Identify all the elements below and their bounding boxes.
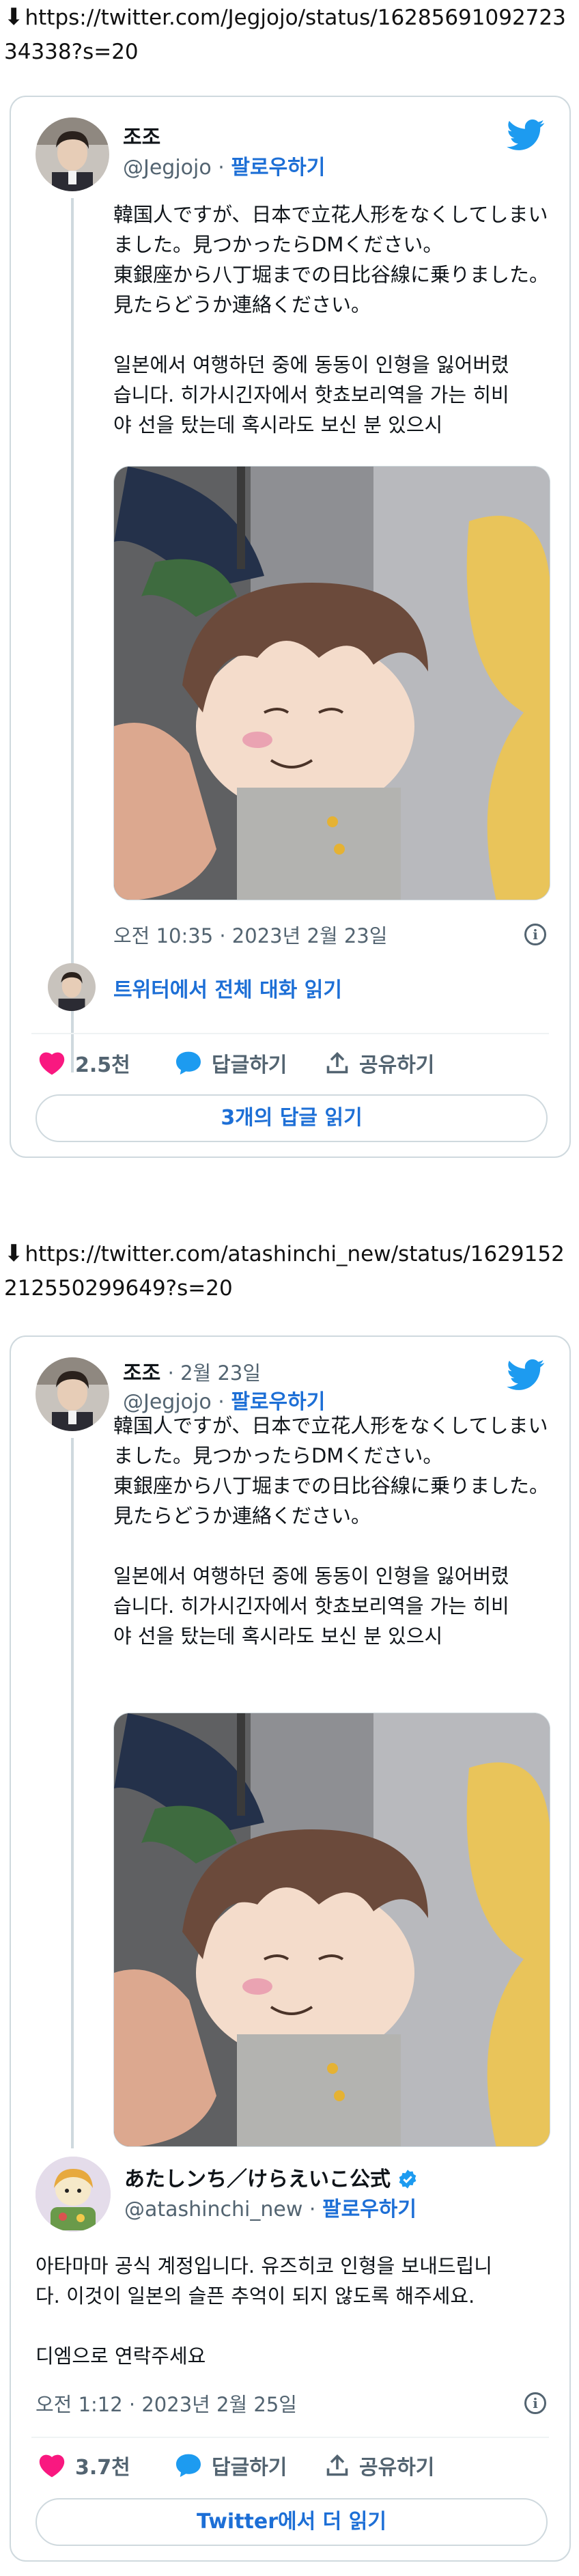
reply-author-row: あたしンち／けらえいこ公式 bbox=[124, 2162, 418, 2192]
thread-line bbox=[71, 198, 74, 1072]
author-name[interactable]: あたしンち／けらえいこ公式 bbox=[124, 2168, 391, 2191]
author-name[interactable]: 조조 bbox=[123, 1361, 160, 1385]
small-avatar[interactable] bbox=[48, 963, 96, 1011]
share-icon bbox=[326, 1051, 348, 1074]
share-button[interactable]: 공유하기 bbox=[325, 2450, 434, 2480]
reply-button[interactable]: 답글하기 bbox=[175, 2450, 287, 2480]
author-name[interactable]: 조조 bbox=[123, 120, 160, 150]
tweet1-url[interactable]: ⬇https://twitter.com/Jegjojo/status/1628… bbox=[4, 0, 571, 69]
down-arrow-icon: ⬇ bbox=[4, 1240, 24, 1267]
read-conversation-link[interactable]: 트위터에서 전체 대화 읽기 bbox=[113, 973, 342, 1003]
parent-author-row: 조조 · 2월 23일 bbox=[123, 1361, 262, 1385]
tweet-photo[interactable] bbox=[113, 1713, 550, 2147]
tweet2-card: 조조 · 2월 23일 @Jegjojo · 팔로우하기 韓国人ですが、日本で立… bbox=[10, 1335, 571, 2562]
divider bbox=[31, 2437, 549, 2438]
follow-button[interactable]: 팔로우하기 bbox=[231, 156, 325, 180]
reply-avatar[interactable] bbox=[36, 2157, 111, 2232]
reply-bubble-icon bbox=[176, 2454, 201, 2478]
heart-icon bbox=[39, 1052, 65, 1075]
info-icon[interactable]: i bbox=[524, 924, 546, 945]
read-more-button[interactable]: Twitter에서 더 읽기 bbox=[36, 2498, 548, 2546]
avatar[interactable] bbox=[36, 1357, 109, 1431]
tweet1-card: 조조 @Jegjojo · 팔로우하기 韓国人ですが、日本で立花人形をなくしてし… bbox=[10, 96, 571, 1158]
author-handle[interactable]: @atashinchi_new bbox=[124, 2198, 302, 2221]
like-button[interactable]: 2.5천 bbox=[38, 1048, 130, 1078]
twitter-bird-icon[interactable] bbox=[507, 1359, 545, 1391]
down-arrow-icon: ⬇ bbox=[4, 3, 24, 31]
share-button[interactable]: 공유하기 bbox=[325, 1048, 434, 1078]
separator: · bbox=[218, 156, 225, 180]
reply-handle-row: @atashinchi_new · 팔로우하기 bbox=[124, 2198, 416, 2221]
info-icon[interactable]: i bbox=[524, 2392, 546, 2414]
thread-line bbox=[71, 1438, 74, 2148]
like-button[interactable]: 3.7천 bbox=[38, 2450, 130, 2480]
author-handle[interactable]: @Jegjojo bbox=[123, 156, 212, 180]
read-replies-button[interactable]: 3개의 답글 읽기 bbox=[36, 1094, 548, 1142]
tweet-timestamp[interactable]: 오전 1:12 · 2023년 2월 25일 bbox=[36, 2389, 297, 2418]
twitter-bird-icon[interactable] bbox=[507, 119, 545, 152]
reply-bubble-icon bbox=[176, 1051, 201, 1075]
heart-icon bbox=[39, 2454, 65, 2478]
author-handle-row: @Jegjojo · 팔로우하기 bbox=[123, 150, 325, 180]
divider bbox=[31, 1033, 549, 1034]
tweet-photo[interactable] bbox=[113, 466, 550, 900]
tweet2-url[interactable]: ⬇https://twitter.com/atashinchi_new/stat… bbox=[4, 1236, 571, 1305]
tweet-timestamp[interactable]: 오전 10:35 · 2023년 2월 23일 bbox=[113, 920, 387, 949]
reply-tweet-text: 아타마마 공식 계정입니다. 유즈히코 인형을 보내드립니 다. 이것이 일본의… bbox=[36, 2254, 492, 2368]
follow-button[interactable]: 팔로우하기 bbox=[322, 2198, 416, 2221]
parent-tweet-text: 韓国人ですが、日本で立花人形をなくしてしまい ました。見つかったらDMください。… bbox=[113, 1414, 550, 1648]
verified-badge-icon bbox=[399, 2170, 416, 2189]
share-icon bbox=[326, 2454, 348, 2476]
tweet-text: 韓国人ですが、日本で立花人形をなくしてしまい ました。見つかったらDMください。… bbox=[113, 203, 550, 437]
reply-button[interactable]: 답글하기 bbox=[175, 1048, 287, 1078]
avatar[interactable] bbox=[36, 117, 109, 191]
parent-date[interactable]: 2월 23일 bbox=[180, 1361, 261, 1385]
